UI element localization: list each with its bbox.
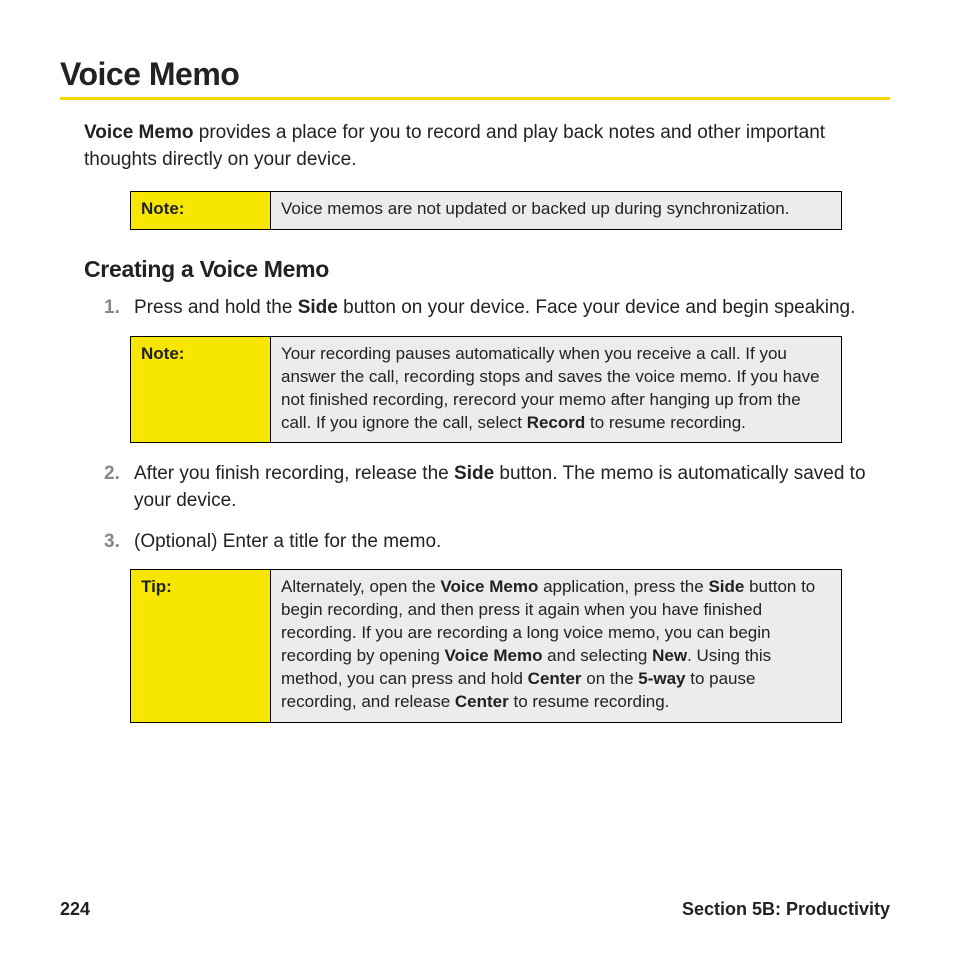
note-body: Voice memos are not updated or backed up… [271,192,841,229]
step-number: 1. [104,295,134,322]
note-body: Your recording pauses automatically when… [271,337,841,443]
subheading: Creating a Voice Memo [84,256,890,283]
step-3: 3. (Optional) Enter a title for the memo… [104,529,890,556]
tip-box: Tip: Alternately, open the Voice Memo ap… [130,569,842,723]
note-label: Note: [131,192,271,229]
step-text: (Optional) Enter a title for the memo. [134,529,890,556]
step-text: After you finish recording, release the … [134,461,890,514]
title-rule [60,97,890,100]
page-title: Voice Memo [60,56,890,93]
intro-text: provides a place for you to record and p… [84,122,825,170]
step-1: 1. Press and hold the Side button on you… [104,295,890,322]
section-label: Section 5B: Productivity [682,899,890,920]
step-number: 3. [104,529,134,556]
note-box-1: Note: Voice memos are not updated or bac… [130,191,842,230]
intro-paragraph: Voice Memo provides a place for you to r… [84,120,890,173]
step-text: Press and hold the Side button on your d… [134,295,890,322]
tip-body: Alternately, open the Voice Memo applica… [271,570,841,722]
page-number: 224 [60,899,90,920]
intro-bold: Voice Memo [84,122,193,143]
tip-label: Tip: [131,570,271,722]
note-label: Note: [131,337,271,443]
page-footer: 224 Section 5B: Productivity [60,899,890,920]
step-number: 2. [104,461,134,514]
step-2: 2. After you finish recording, release t… [104,461,890,514]
note-box-2: Note: Your recording pauses automaticall… [130,336,842,444]
